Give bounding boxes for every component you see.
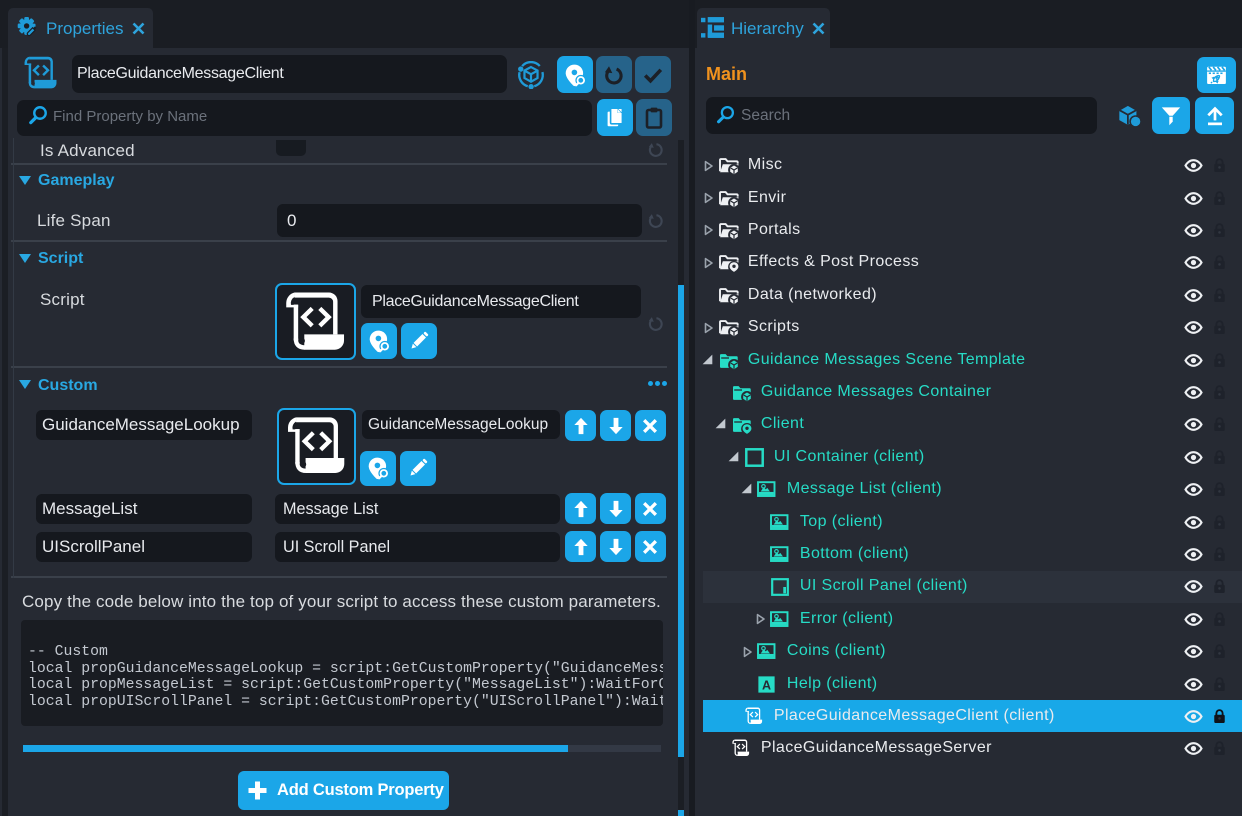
svg-text:A: A [762,678,771,692]
